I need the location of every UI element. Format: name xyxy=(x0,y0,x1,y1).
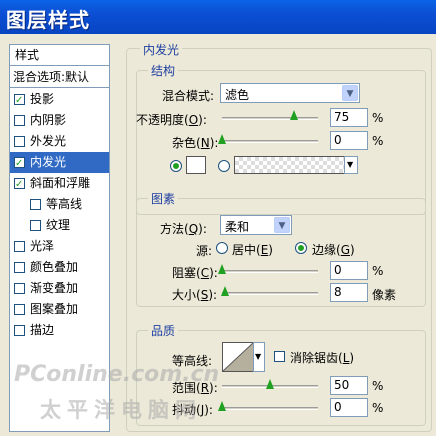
jitter-unit: % xyxy=(372,401,384,415)
opacity-input[interactable]: 75 xyxy=(330,108,368,127)
source-edge-label: 边缘(G) xyxy=(312,243,355,257)
glow-color-swatch[interactable] xyxy=(186,156,206,174)
style-item[interactable]: 光泽 xyxy=(10,236,109,257)
choke-label: 阻塞(C): xyxy=(172,266,218,280)
noise-label: 杂色(N): xyxy=(172,136,219,150)
choke-input[interactable]: 0 xyxy=(330,261,368,280)
choke-unit: % xyxy=(372,264,384,278)
source-label: 源: xyxy=(196,244,213,258)
chevron-down-icon: ▼ xyxy=(255,352,262,361)
style-item-label: 图案叠加 xyxy=(30,302,79,316)
gradient-preview[interactable] xyxy=(234,156,354,174)
method-label: 方法(Q): xyxy=(160,222,207,236)
style-item[interactable]: 内阴影 xyxy=(10,110,109,131)
quality-title: 品质 xyxy=(148,322,179,339)
style-item[interactable]: 等高线 xyxy=(10,194,109,215)
jitter-slider-thumb[interactable] xyxy=(218,401,227,413)
blend-mode-value: 滤色 xyxy=(225,88,250,102)
style-checkbox[interactable] xyxy=(14,325,25,336)
style-item-label: 描边 xyxy=(30,323,55,337)
style-item[interactable]: 描边 xyxy=(10,320,109,341)
style-item-label: 渐变叠加 xyxy=(30,281,79,295)
method-value: 柔和 xyxy=(225,220,250,234)
range-input[interactable]: 50 xyxy=(330,376,368,395)
opacity-label: 不透明度(O): xyxy=(136,113,207,127)
range-slider-thumb[interactable] xyxy=(266,379,275,391)
noise-slider-thumb[interactable] xyxy=(218,134,227,146)
style-item[interactable]: 图案叠加 xyxy=(10,299,109,320)
style-item-label: 内阴影 xyxy=(30,113,67,127)
opacity-slider-thumb[interactable] xyxy=(290,110,299,122)
style-item-label: 投影 xyxy=(30,92,55,106)
contour-picker-button[interactable]: ▼ xyxy=(253,342,265,372)
style-item[interactable]: 纹理 xyxy=(10,215,109,236)
antialias-label: 消除锯齿(L) xyxy=(290,351,355,365)
styles-header[interactable]: 样式 xyxy=(10,45,109,66)
style-checkbox[interactable] xyxy=(14,174,25,195)
size-unit: 像素 xyxy=(372,288,397,302)
style-checkbox[interactable] xyxy=(14,90,25,111)
solid-color-radio[interactable] xyxy=(170,160,182,172)
blend-mode-select[interactable]: 滤色 ▼ xyxy=(220,83,360,103)
chevron-down-icon: ▼ xyxy=(342,85,358,101)
range-unit: % xyxy=(372,379,384,393)
style-item-label: 斜面和浮雕 xyxy=(30,176,91,190)
style-item-label: 颜色叠加 xyxy=(30,260,79,274)
contour-curve-icon xyxy=(223,343,253,371)
style-item[interactable]: 内发光 xyxy=(10,152,109,174)
opacity-unit: % xyxy=(372,111,384,125)
choke-slider-thumb[interactable] xyxy=(218,264,227,276)
size-label: 大小(S): xyxy=(172,288,218,302)
noise-unit: % xyxy=(372,134,384,148)
size-slider[interactable] xyxy=(222,292,318,295)
noise-input[interactable]: 0 xyxy=(330,131,368,150)
style-item-label: 光泽 xyxy=(30,239,55,253)
jitter-input[interactable]: 0 xyxy=(330,398,368,417)
style-checkbox[interactable] xyxy=(14,115,25,126)
style-checkbox[interactable] xyxy=(30,199,41,210)
blend-mode-label: 混合模式: xyxy=(162,89,215,103)
style-item[interactable]: 渐变叠加 xyxy=(10,278,109,299)
chevron-down-icon: ▼ xyxy=(274,217,290,233)
structure-title: 结构 xyxy=(148,62,179,79)
gradient-picker-button[interactable]: ▼ xyxy=(344,156,358,174)
style-item[interactable]: 颜色叠加 xyxy=(10,257,109,278)
title-bar[interactable]: 图层样式 xyxy=(0,0,436,34)
contour-preview[interactable] xyxy=(222,342,254,372)
source-center-label: 居中(E) xyxy=(232,243,273,257)
style-item-label: 外发光 xyxy=(30,134,67,148)
style-item-label: 等高线 xyxy=(46,197,83,211)
style-item[interactable]: 斜面和浮雕 xyxy=(10,173,109,195)
choke-slider[interactable] xyxy=(222,270,318,273)
elements-title: 图素 xyxy=(148,190,179,207)
style-checkbox[interactable] xyxy=(14,241,25,252)
source-edge-radio[interactable] xyxy=(295,242,307,254)
style-checkbox[interactable] xyxy=(14,153,25,174)
opacity-slider[interactable] xyxy=(222,117,318,120)
watermark-line2: 太平洋电脑网 xyxy=(40,398,202,422)
style-checkbox[interactable] xyxy=(30,220,41,231)
watermark-line1: PConline.com.cn xyxy=(14,362,220,387)
chevron-down-icon: ▼ xyxy=(347,160,354,169)
jitter-slider[interactable] xyxy=(222,407,318,410)
style-item[interactable]: 外发光 xyxy=(10,131,109,152)
inner-glow-title: 内发光 xyxy=(140,41,183,58)
method-select[interactable]: 柔和 ▼ xyxy=(220,215,292,235)
style-item-label: 纹理 xyxy=(46,218,71,232)
style-checkbox[interactable] xyxy=(14,283,25,294)
size-input[interactable]: 8 xyxy=(330,283,368,302)
window-title: 图层样式 xyxy=(6,8,90,32)
gradient-radio[interactable] xyxy=(218,160,230,172)
style-checkbox[interactable] xyxy=(14,136,25,147)
blend-options-item[interactable]: 混合选项:默认 xyxy=(10,67,109,88)
size-slider-thumb[interactable] xyxy=(221,286,230,298)
style-checkbox[interactable] xyxy=(14,304,25,315)
style-item[interactable]: 投影 xyxy=(10,89,109,111)
source-center-radio[interactable] xyxy=(216,242,228,254)
style-checkbox[interactable] xyxy=(14,262,25,273)
antialias-checkbox[interactable] xyxy=(274,351,285,362)
noise-slider[interactable] xyxy=(222,140,318,143)
style-item-label: 内发光 xyxy=(30,155,67,169)
